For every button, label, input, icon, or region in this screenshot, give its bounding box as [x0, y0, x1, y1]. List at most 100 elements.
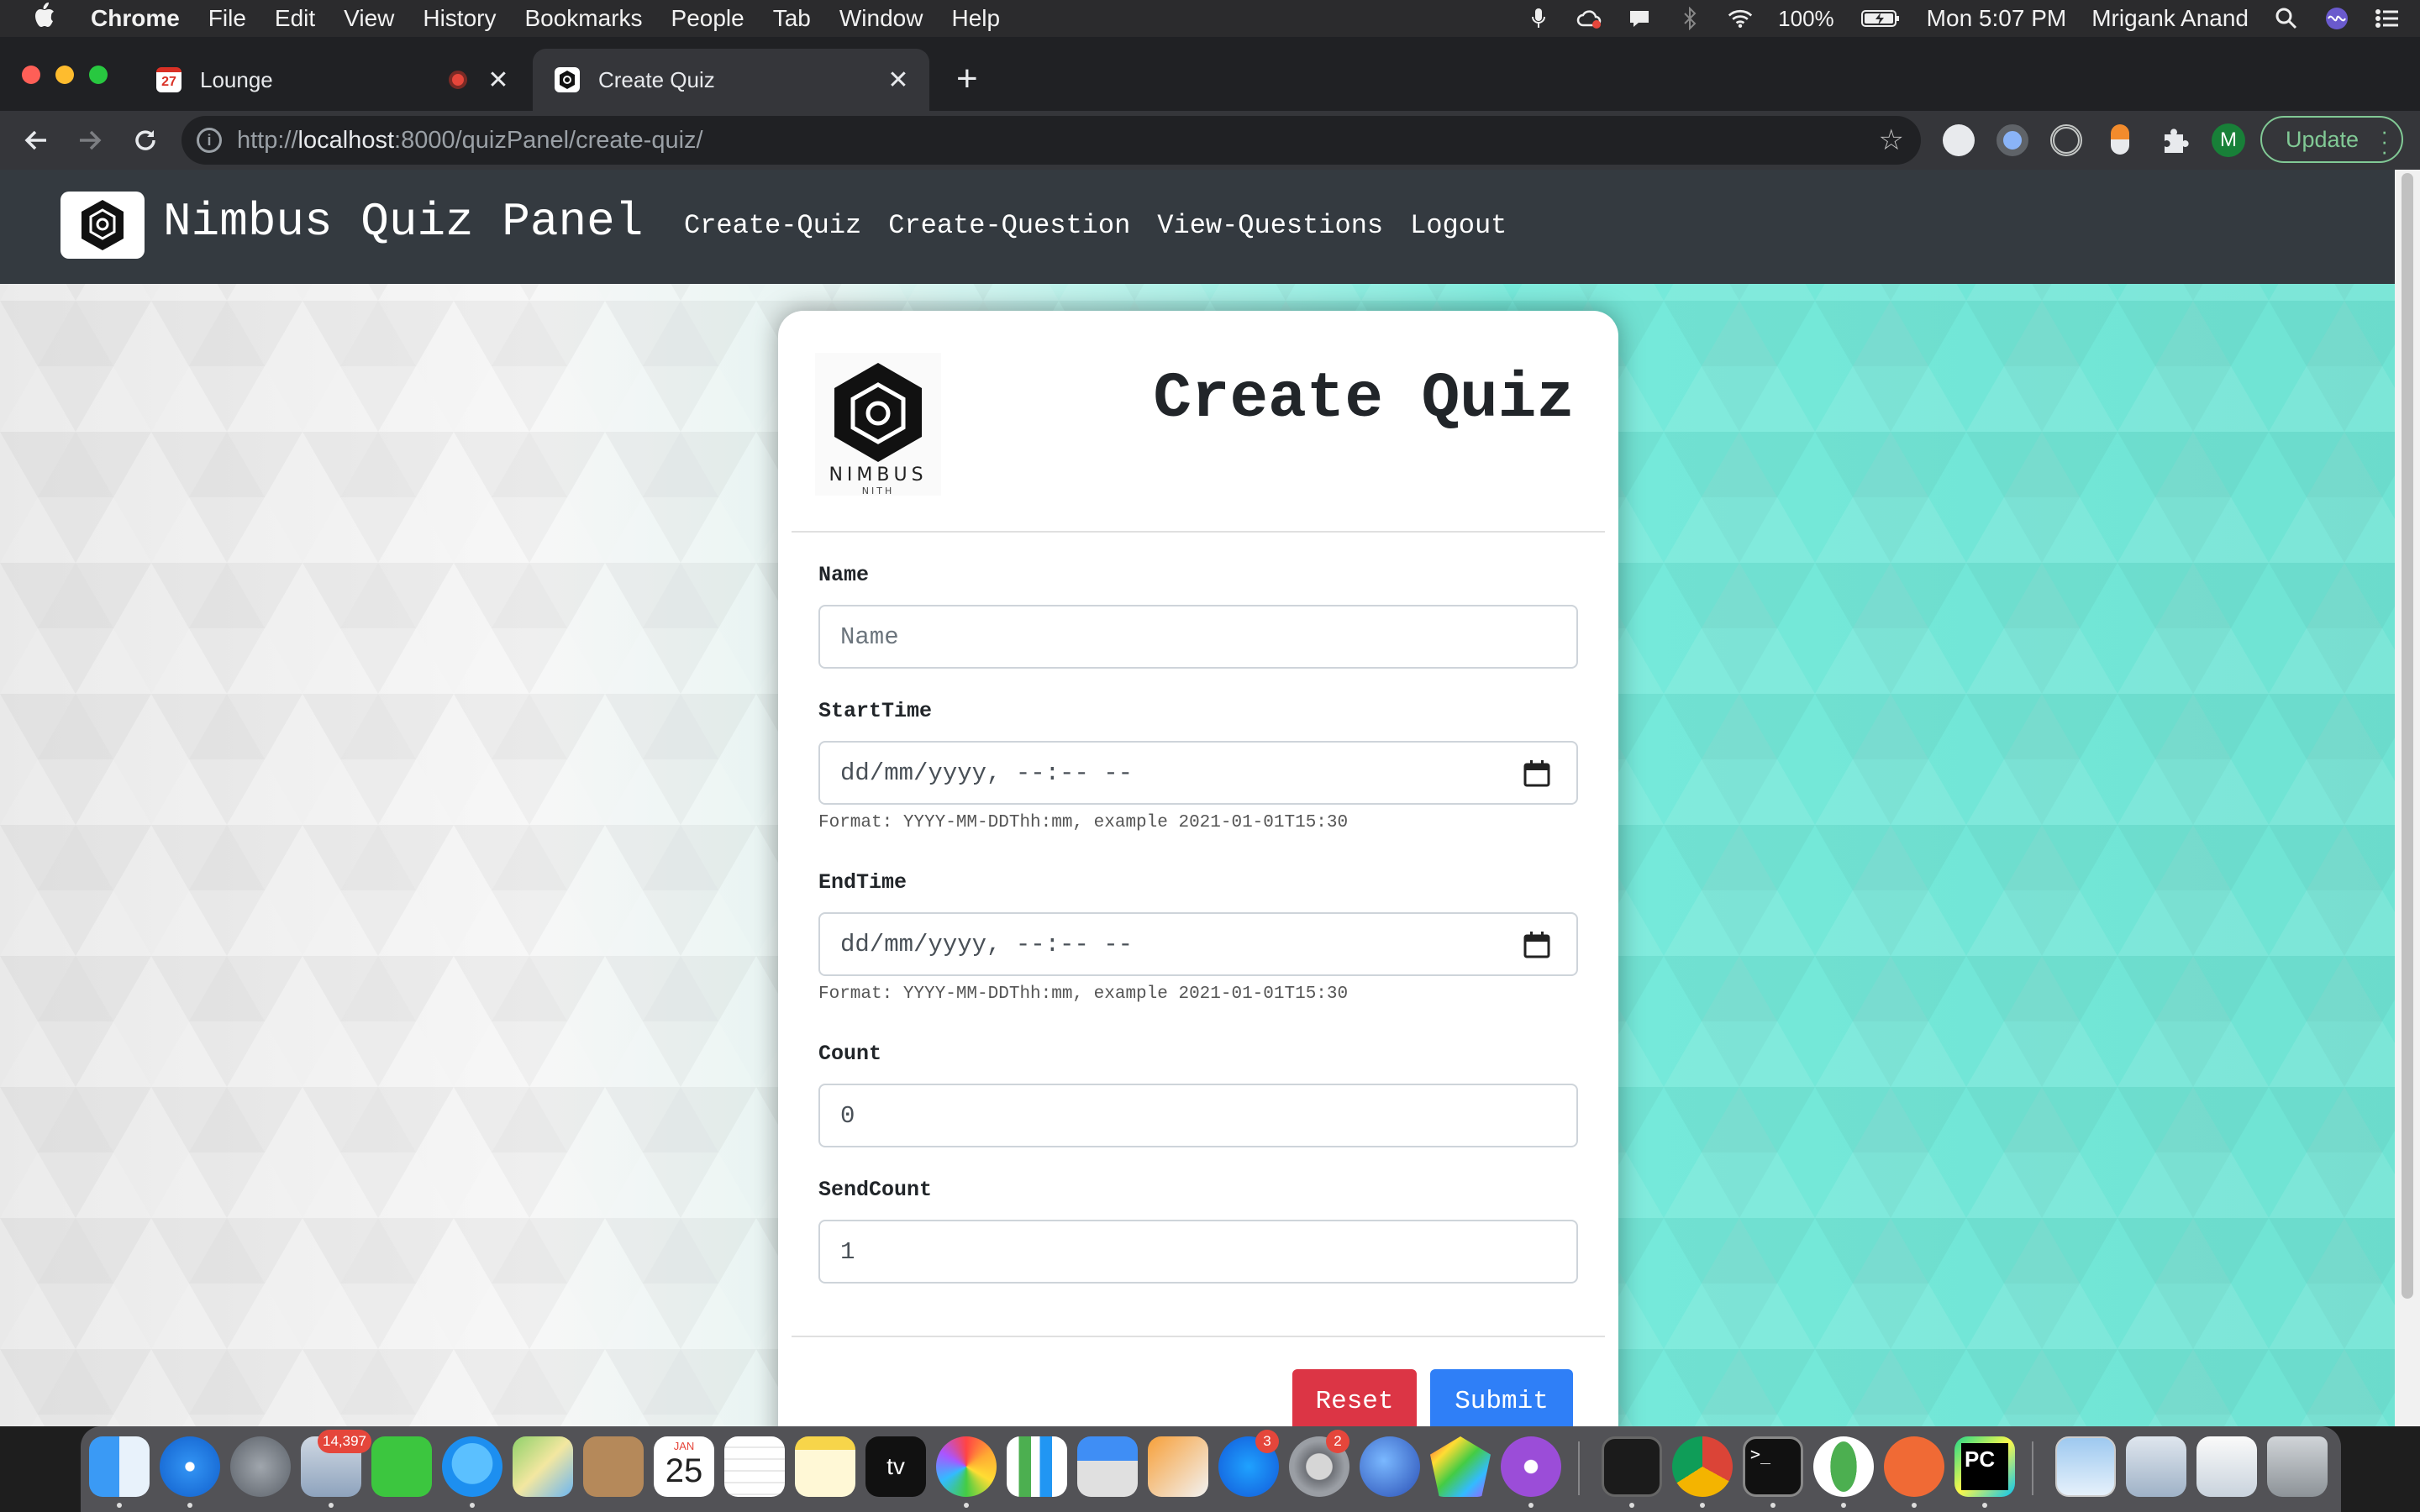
contacts-icon[interactable]: [583, 1436, 644, 1497]
start-time-input[interactable]: dd/mm/yyyy, --:-- --: [818, 741, 1578, 805]
calendar-icon[interactable]: JAN 25: [654, 1436, 714, 1497]
pycharm-icon[interactable]: PC: [1954, 1436, 2015, 1497]
window-minimize-button[interactable]: [55, 66, 74, 84]
extension-blue-icon[interactable]: [1996, 124, 2028, 156]
macos-dock: 14,397 JAN 25 tv 3 2 >_ PC: [81, 1426, 2341, 1512]
postman-icon[interactable]: [1884, 1436, 1944, 1497]
page-scrollbar[interactable]: [2395, 170, 2420, 1426]
chrome-icon[interactable]: [1672, 1436, 1733, 1497]
messages-icon[interactable]: [442, 1436, 502, 1497]
running-indicator: [329, 1503, 334, 1508]
menu-tab[interactable]: Tab: [773, 5, 811, 32]
url-text[interactable]: http://localhost:8000/quizPanel/create-q…: [237, 127, 1879, 155]
tab-close-icon[interactable]: ✕: [486, 66, 511, 95]
brand-name[interactable]: Nimbus Quiz Panel: [163, 195, 643, 249]
submit-button[interactable]: Submit: [1430, 1369, 1573, 1426]
recording-indicator-icon: [449, 71, 467, 89]
chrome-menu-icon[interactable]: · · ·: [2381, 120, 2388, 162]
reminders-icon[interactable]: [724, 1436, 785, 1497]
notes-icon[interactable]: [795, 1436, 855, 1497]
running-indicator: [117, 1503, 122, 1508]
extensions-puzzle-icon[interactable]: [2158, 124, 2190, 156]
site-info-icon[interactable]: i: [197, 128, 222, 153]
menu-people[interactable]: People: [671, 5, 744, 32]
safari-icon[interactable]: [160, 1436, 220, 1497]
nav-link-create-quiz[interactable]: Create-Quiz: [684, 210, 861, 241]
forward-arrow-icon[interactable]: [72, 123, 108, 158]
siri-icon[interactable]: [2324, 6, 2349, 31]
finder-icon[interactable]: [89, 1436, 150, 1497]
chrome-update-button[interactable]: Update · · ·: [2260, 116, 2403, 163]
mail-badge: 14,397: [318, 1430, 371, 1453]
reset-button[interactable]: Reset: [1292, 1369, 1417, 1426]
podcasts-icon[interactable]: [1501, 1436, 1561, 1497]
reload-icon[interactable]: [128, 123, 163, 158]
card-header: NIMBUS NITH Create Quiz: [778, 311, 1618, 531]
window-close-button[interactable]: [22, 66, 40, 84]
running-indicator: [1528, 1503, 1534, 1508]
window-maximize-button[interactable]: [89, 66, 108, 84]
name-input[interactable]: Name: [818, 605, 1578, 669]
menu-view[interactable]: View: [344, 5, 394, 32]
nav-link-create-question[interactable]: Create-Question: [888, 210, 1130, 241]
bluetooth-icon[interactable]: [1677, 6, 1702, 31]
downloads-stack-icon[interactable]: [2055, 1436, 2116, 1497]
extension-target-icon[interactable]: [2050, 124, 2082, 156]
menu-history[interactable]: History: [423, 5, 496, 32]
bookmark-star-icon[interactable]: ☆: [1879, 123, 1904, 157]
extension-dark-reader-icon[interactable]: [1943, 124, 1975, 156]
count-input[interactable]: 0: [818, 1084, 1578, 1147]
menu-help[interactable]: Help: [951, 5, 1000, 32]
back-arrow-icon[interactable]: [18, 123, 54, 158]
end-time-input[interactable]: dd/mm/yyyy, --:-- --: [818, 912, 1578, 976]
menubar-clock[interactable]: Mon 5:07 PM: [1927, 5, 2067, 32]
wifi-icon[interactable]: [1728, 6, 1753, 31]
apple-tv-icon[interactable]: tv: [865, 1436, 926, 1497]
menu-app-name[interactable]: Chrome: [91, 5, 180, 32]
send-count-input[interactable]: 1: [818, 1220, 1578, 1284]
profile-avatar[interactable]: M: [2212, 123, 2245, 157]
terminal-icon[interactable]: >_: [1743, 1436, 1803, 1497]
brand-logo-icon[interactable]: [60, 192, 145, 259]
instruments-icon[interactable]: [1430, 1436, 1491, 1497]
activity-monitor-icon[interactable]: [1602, 1436, 1662, 1497]
firefox-icon[interactable]: [1360, 1436, 1420, 1497]
numbers-icon[interactable]: [1007, 1436, 1067, 1497]
running-indicator: [1982, 1503, 1987, 1508]
launchpad-icon[interactable]: [230, 1436, 291, 1497]
nav-link-logout[interactable]: Logout: [1410, 210, 1507, 241]
scrollbar-thumb[interactable]: [2402, 173, 2413, 1299]
menu-file[interactable]: File: [208, 5, 246, 32]
maps-icon[interactable]: [513, 1436, 573, 1497]
mongodb-compass-icon[interactable]: [1813, 1436, 1874, 1497]
menubar-user[interactable]: Mrigank Anand: [2091, 5, 2249, 32]
extension-capsule-icon[interactable]: [2111, 124, 2129, 155]
trash-icon[interactable]: [2267, 1436, 2328, 1497]
pages-icon[interactable]: [1148, 1436, 1208, 1497]
control-center-icon[interactable]: [2375, 6, 2400, 31]
menu-bookmarks[interactable]: Bookmarks: [524, 5, 642, 32]
tab-lounge[interactable]: 27 Lounge ✕: [134, 49, 529, 111]
menu-window[interactable]: Window: [839, 5, 923, 32]
apple-menu-icon[interactable]: [32, 2, 66, 35]
end-time-help: Format: YYYY-MM-DDThh:mm, example 2021-0…: [818, 984, 1349, 1004]
screenshot-stack-icon[interactable]: [2196, 1436, 2257, 1497]
facetime-icon[interactable]: [371, 1436, 432, 1497]
notification-icon[interactable]: [1627, 6, 1652, 31]
menu-edit[interactable]: Edit: [275, 5, 315, 32]
nav-link-view-questions[interactable]: View-Questions: [1157, 210, 1383, 241]
photos-icon[interactable]: [936, 1436, 997, 1497]
new-tab-button[interactable]: +: [956, 60, 978, 97]
documents-stack-icon[interactable]: [2126, 1436, 2186, 1497]
microphone-icon[interactable]: [1526, 6, 1551, 31]
calendar-icon[interactable]: [1523, 931, 1551, 959]
calendar-icon[interactable]: [1523, 759, 1551, 788]
dock-separator: [2032, 1441, 2033, 1495]
tab-close-icon[interactable]: ✕: [886, 66, 911, 95]
keynote-icon[interactable]: [1077, 1436, 1138, 1497]
tab-create-quiz[interactable]: Create Quiz ✕: [533, 49, 929, 111]
creative-cloud-icon[interactable]: [1576, 6, 1602, 31]
address-bar[interactable]: i http://localhost:8000/quizPanel/create…: [182, 116, 1921, 165]
spotlight-search-icon[interactable]: [2274, 6, 2299, 31]
battery-icon[interactable]: [1860, 6, 1902, 31]
